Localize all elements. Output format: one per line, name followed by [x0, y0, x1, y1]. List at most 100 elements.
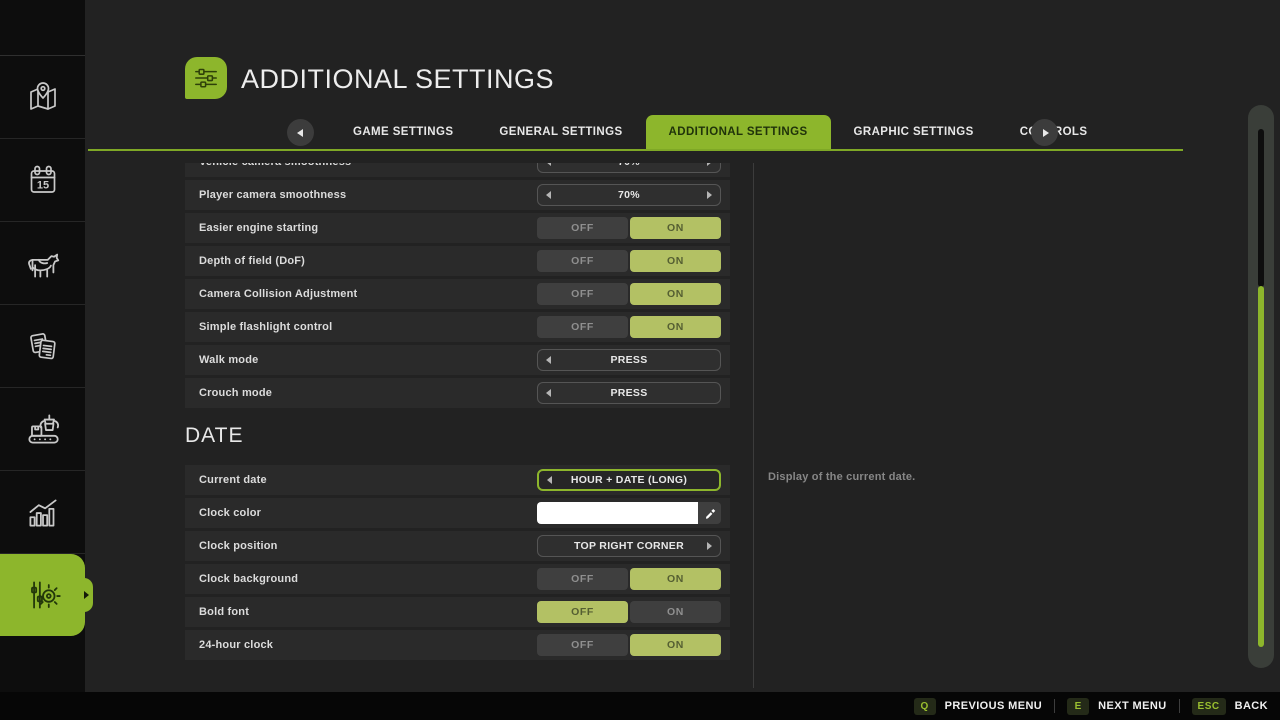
setting-label: 24-hour clock — [199, 639, 273, 651]
camera-collision-adjustment-toggle: OFF ON — [537, 283, 721, 305]
toggle-on-button[interactable]: ON — [630, 601, 721, 623]
toggle-on-button[interactable]: ON — [630, 283, 721, 305]
toggle-on-button[interactable]: ON — [630, 316, 721, 338]
hint-label: PREVIOUS MENU — [945, 700, 1043, 712]
clock-color-control — [537, 502, 721, 524]
toggle-off-button[interactable]: OFF — [537, 250, 628, 272]
stepper-left-arrow-icon[interactable] — [547, 476, 552, 484]
hint-label: BACK — [1235, 700, 1268, 712]
setting-label: Clock position — [199, 540, 278, 552]
setting-label: Simple flashlight control — [199, 321, 332, 333]
scrollbar-track[interactable] — [1258, 129, 1264, 287]
setting-label: Camera Collision Adjustment — [199, 288, 357, 300]
calendar-icon: 15 — [23, 160, 63, 200]
walk-mode-stepper[interactable]: PRESS — [537, 349, 721, 371]
sliders-icon — [189, 61, 223, 95]
setting-label: Current date — [199, 474, 267, 486]
calendar-day-label: 15 — [36, 180, 48, 192]
setting-label: Player camera smoothness — [199, 189, 346, 201]
scrollbar-thumb[interactable] — [1258, 286, 1264, 647]
vehicle-camera-smoothness-stepper[interactable]: 70% — [537, 163, 721, 173]
sidebar-item-settings[interactable] — [0, 554, 85, 636]
settings-row: Clock background OFF ON — [185, 564, 730, 594]
settings-row: Current date HOUR + DATE (LONG) — [185, 465, 730, 495]
tab-additional-settings[interactable]: ADDITIONAL SETTINGS — [646, 115, 831, 149]
simple-flashlight-control-toggle: OFF ON — [537, 316, 721, 338]
footer-bar: Q PREVIOUS MENU E NEXT MENU ESC BACK — [0, 692, 1280, 720]
color-picker-button[interactable] — [698, 502, 721, 524]
sidebar-item-calendar[interactable]: 15 — [0, 139, 85, 222]
page-title: ADDITIONAL SETTINGS — [241, 57, 554, 99]
setting-label: Clock background — [199, 573, 298, 585]
tab-underline — [88, 149, 1183, 151]
toggle-off-button[interactable]: OFF — [537, 568, 628, 590]
toggle-on-button[interactable]: ON — [630, 568, 721, 590]
settings-row: Crouch mode PRESS — [185, 378, 730, 408]
settings-row: Simple flashlight control OFF ON — [185, 312, 730, 342]
sidebar-item-statistics[interactable] — [0, 471, 85, 554]
stepper-value: PRESS — [610, 354, 647, 366]
toggle-off-button[interactable]: OFF — [537, 601, 628, 623]
settings-row: Vehicle camera smoothness 70% — [185, 163, 730, 177]
sidebar: 15 — [0, 0, 85, 720]
settings-row: Camera Collision Adjustment OFF ON — [185, 279, 730, 309]
toggle-on-button[interactable]: ON — [630, 217, 721, 239]
toggle-on-button[interactable]: ON — [630, 634, 721, 656]
settings-row: Clock position TOP RIGHT CORNER — [185, 531, 730, 561]
player-camera-smoothness-stepper[interactable]: 70% — [537, 184, 721, 206]
tabs-previous-button[interactable] — [287, 119, 314, 146]
stepper-right-arrow-icon[interactable] — [707, 163, 712, 166]
toggle-off-button[interactable]: OFF — [537, 217, 628, 239]
stepper-left-arrow-icon[interactable] — [546, 191, 551, 199]
stepper-value: HOUR + DATE (LONG) — [571, 474, 687, 486]
sidebar-item-animals[interactable] — [0, 222, 85, 305]
clock-position-stepper[interactable]: TOP RIGHT CORNER — [537, 535, 721, 557]
settings-row: 24-hour clock OFF ON — [185, 630, 730, 660]
bold-font-toggle: OFF ON — [537, 601, 721, 623]
clock-color-swatch[interactable] — [537, 502, 698, 524]
sidebar-item-map[interactable] — [0, 56, 85, 139]
setting-description: Display of the current date. — [768, 471, 915, 483]
chart-icon — [22, 491, 64, 533]
setting-label: Vehicle camera smoothness — [199, 163, 351, 168]
back-hint[interactable]: ESC BACK — [1192, 698, 1268, 715]
crouch-mode-stepper[interactable]: PRESS — [537, 382, 721, 404]
key-esc: ESC — [1192, 698, 1226, 715]
settings-scroll-area: Vehicle camera smoothness 70% Player cam… — [85, 163, 1280, 690]
sidebar-item-contracts[interactable] — [0, 305, 85, 388]
stepper-right-arrow-icon[interactable] — [707, 542, 712, 550]
easier-engine-starting-toggle: OFF ON — [537, 217, 721, 239]
toggle-off-button[interactable]: OFF — [537, 283, 628, 305]
map-icon — [23, 77, 63, 117]
scrollbar[interactable] — [1248, 105, 1274, 668]
hint-label: NEXT MENU — [1098, 700, 1166, 712]
stepper-value: 70% — [618, 163, 640, 168]
tab-game-settings[interactable]: GAME SETTINGS — [330, 115, 476, 149]
toggle-off-button[interactable]: OFF — [537, 316, 628, 338]
setting-label: Walk mode — [199, 354, 258, 366]
settings-row: Depth of field (DoF) OFF ON — [185, 246, 730, 276]
current-date-stepper[interactable]: HOUR + DATE (LONG) — [537, 469, 721, 491]
hint-divider — [1054, 699, 1055, 713]
tab-graphic-settings[interactable]: GRAPHIC SETTINGS — [831, 115, 997, 149]
previous-menu-hint[interactable]: Q PREVIOUS MENU — [914, 698, 1043, 715]
stepper-left-arrow-icon[interactable] — [546, 389, 551, 397]
tab-bar: GAME SETTINGS GENERAL SETTINGS ADDITIONA… — [85, 115, 1280, 149]
tabs-next-button[interactable] — [1031, 119, 1058, 146]
settings-row: Player camera smoothness 70% — [185, 180, 730, 210]
toggle-off-button[interactable]: OFF — [537, 634, 628, 656]
sidebar-top-spacer — [0, 0, 85, 56]
stepper-right-arrow-icon[interactable] — [707, 191, 712, 199]
stepper-left-arrow-icon[interactable] — [546, 163, 551, 166]
additional-settings-icon — [185, 57, 227, 99]
toggle-on-button[interactable]: ON — [630, 250, 721, 272]
hint-divider — [1179, 699, 1180, 713]
next-menu-hint[interactable]: E NEXT MENU — [1067, 698, 1166, 715]
stepper-left-arrow-icon[interactable] — [546, 356, 551, 364]
cow-icon — [22, 242, 64, 284]
stepper-value: 70% — [618, 189, 640, 201]
sidebar-item-production[interactable] — [0, 388, 85, 471]
setting-label: Easier engine starting — [199, 222, 318, 234]
tab-general-settings[interactable]: GENERAL SETTINGS — [476, 115, 645, 149]
left-arrow-icon — [297, 129, 303, 137]
